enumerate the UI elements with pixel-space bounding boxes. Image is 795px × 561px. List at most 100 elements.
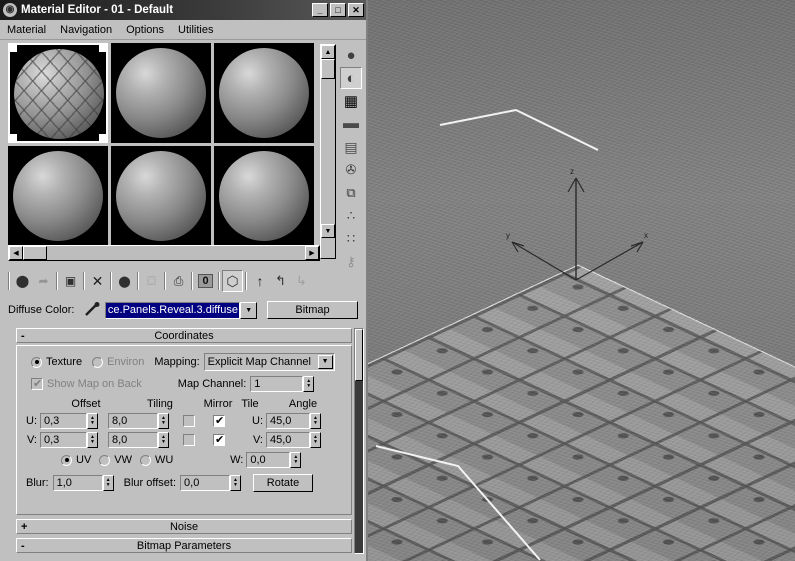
rotate-button[interactable]: Rotate: [253, 474, 314, 492]
scroll-thumb[interactable]: [23, 246, 47, 260]
put-material-to-scene-button[interactable]: ➦: [33, 270, 54, 292]
angle-header: Angle: [288, 398, 318, 410]
go-forward-to-sibling-button[interactable]: ↳: [291, 270, 312, 292]
material-map-navigator-icon[interactable]: ∷: [340, 228, 362, 250]
uv-radio[interactable]: [61, 454, 72, 466]
angle-u-spinner[interactable]: ▲ ▼: [310, 413, 321, 429]
options-icon[interactable]: ⧉: [340, 182, 362, 204]
coordinates-row-u: U: 0,3 ▲▼ 8,0 ▲▼ U: 45,0 ▲▼: [23, 413, 345, 429]
eyedropper-icon[interactable]: [83, 302, 100, 318]
noise-rollout-header[interactable]: + Noise: [16, 519, 352, 534]
select-by-material-icon[interactable]: ∴: [340, 205, 362, 227]
maximize-button[interactable]: □: [330, 3, 346, 17]
sample-slot-4[interactable]: [8, 146, 108, 246]
angle-w-spinner[interactable]: ▲ ▼: [290, 452, 302, 468]
material-effects-channel-button[interactable]: 0: [195, 270, 216, 292]
scroll-left-icon[interactable]: ◀: [9, 246, 23, 260]
scroll-up-icon[interactable]: ▲: [321, 45, 335, 59]
blur-label: Blur:: [26, 477, 49, 489]
put-to-library-button[interactable]: ⎙: [168, 270, 189, 292]
offset-u-field[interactable]: 0,3: [40, 413, 87, 429]
map-name-row: Diffuse Color: ce.Panels.Reveal.3.diffus…: [8, 299, 359, 321]
map-name-dropdown-arrow[interactable]: ▼: [240, 301, 257, 319]
mapping-dropdown[interactable]: Explicit Map Channel ▼: [203, 353, 335, 371]
vw-radio[interactable]: [99, 454, 111, 466]
angle-v-spinner[interactable]: ▲ ▼: [310, 432, 321, 448]
noise-rollout-toggle[interactable]: +: [21, 521, 27, 533]
wu-radio[interactable]: [140, 454, 152, 466]
scroll-down-icon[interactable]: ▼: [321, 224, 335, 238]
uv-label: UV: [76, 454, 92, 466]
scroll-thumb[interactable]: [321, 59, 335, 79]
close-button[interactable]: ✕: [348, 3, 364, 17]
sample-slot-1[interactable]: [8, 43, 108, 143]
title-bar[interactable]: ◉ Material Editor - 01 - Default _ □ ✕: [0, 0, 366, 20]
assign-material-to-selection-button[interactable]: ▣: [60, 270, 81, 292]
tiling-u-spinner[interactable]: ▲ ▼: [158, 413, 169, 429]
minimize-button[interactable]: _: [312, 3, 328, 17]
bitmap-parameters-rollout-title: Bitmap Parameters: [136, 539, 232, 552]
background-checker-icon[interactable]: ▦: [340, 90, 362, 112]
show-map-in-viewport-button[interactable]: ⬡: [222, 270, 243, 292]
axis-label-z: z: [570, 167, 574, 176]
menu-material[interactable]: Material: [7, 24, 46, 36]
make-preview-icon[interactable]: ✇: [340, 159, 362, 181]
blur-field[interactable]: 1,0: [52, 475, 103, 491]
mirror-u-checkbox[interactable]: [183, 415, 195, 427]
bitmap-parameters-rollout-toggle[interactable]: -: [21, 540, 25, 552]
tiling-u-field[interactable]: 8,0: [108, 413, 158, 429]
offset-v-field[interactable]: 0,3: [40, 432, 87, 448]
sample-slot-5[interactable]: [111, 146, 211, 246]
menu-navigation[interactable]: Navigation: [60, 24, 112, 36]
tiling-v-field[interactable]: 8,0: [108, 432, 158, 448]
angle-u-field[interactable]: 45,0: [266, 413, 310, 429]
sample-uv-tiling-icon[interactable]: ▬: [340, 113, 362, 135]
map-type-button[interactable]: Bitmap: [267, 301, 359, 319]
sample-slots-horizontal-scrollbar[interactable]: ◀ ▶: [8, 245, 320, 261]
rollout-vertical-scrollbar[interactable]: [354, 328, 364, 554]
video-color-check-icon[interactable]: ▤: [340, 136, 362, 158]
go-to-parent-button[interactable]: ↰: [270, 270, 291, 292]
transform-gizmo[interactable]: y x z: [488, 120, 688, 330]
mirror-v-checkbox[interactable]: [183, 434, 195, 446]
scroll-thumb[interactable]: [355, 329, 363, 381]
scroll-right-icon[interactable]: ▶: [305, 246, 319, 260]
angle-w-field[interactable]: 0,0: [246, 452, 291, 468]
menu-utilities[interactable]: Utilities: [178, 24, 213, 36]
tile-u-checkbox[interactable]: [213, 414, 225, 427]
offset-v-spinner[interactable]: ▲ ▼: [87, 432, 98, 448]
make-unique-button[interactable]: ⛋: [141, 270, 162, 292]
map-channel-field[interactable]: 1: [250, 376, 304, 392]
show-map-on-back-checkbox[interactable]: [31, 377, 43, 390]
blur-offset-field[interactable]: 0,0: [180, 475, 231, 491]
scroll-track[interactable]: [47, 246, 305, 260]
angle-v-field[interactable]: 45,0: [266, 432, 310, 448]
sample-type-icon[interactable]: ●: [340, 44, 362, 66]
map-channel-spinner[interactable]: ▲ ▼: [303, 376, 315, 392]
make-material-copy-button[interactable]: ⬤: [114, 270, 135, 292]
coordinates-rollout-header[interactable]: - Coordinates: [16, 328, 352, 343]
texture-radio[interactable]: [31, 356, 42, 368]
blur-offset-spinner[interactable]: ▲ ▼: [230, 475, 242, 491]
tiling-header: Tiling: [147, 398, 173, 410]
reset-map-material-button[interactable]: ✕: [87, 270, 108, 292]
chevron-down-icon[interactable]: ▼: [317, 355, 333, 369]
sample-slot-2[interactable]: [111, 43, 211, 143]
blur-spinner[interactable]: ▲ ▼: [102, 475, 114, 491]
map-name-field[interactable]: ce.Panels.Reveal.3.diffuse: [104, 301, 241, 319]
bitmap-parameters-rollout-header[interactable]: - Bitmap Parameters: [16, 538, 352, 553]
menu-options[interactable]: Options: [126, 24, 164, 36]
tiling-v-spinner[interactable]: ▲ ▼: [158, 432, 169, 448]
backlight-icon[interactable]: ◐: [340, 67, 362, 89]
show-end-result-button[interactable]: ↑: [249, 270, 270, 292]
get-material-button[interactable]: ⬤: [12, 270, 33, 292]
coordinates-rollout-toggle[interactable]: -: [21, 330, 25, 342]
sample-slot-3[interactable]: [214, 43, 314, 143]
viewport-3d[interactable]: y x z: [368, 0, 795, 561]
scroll-track[interactable]: [321, 79, 335, 224]
sample-slots-vertical-scrollbar[interactable]: ▲ ▼: [320, 44, 336, 259]
environ-radio[interactable]: [92, 356, 104, 368]
offset-u-spinner[interactable]: ▲ ▼: [87, 413, 98, 429]
tile-v-checkbox[interactable]: [213, 433, 225, 446]
sample-slot-6[interactable]: [214, 146, 314, 246]
